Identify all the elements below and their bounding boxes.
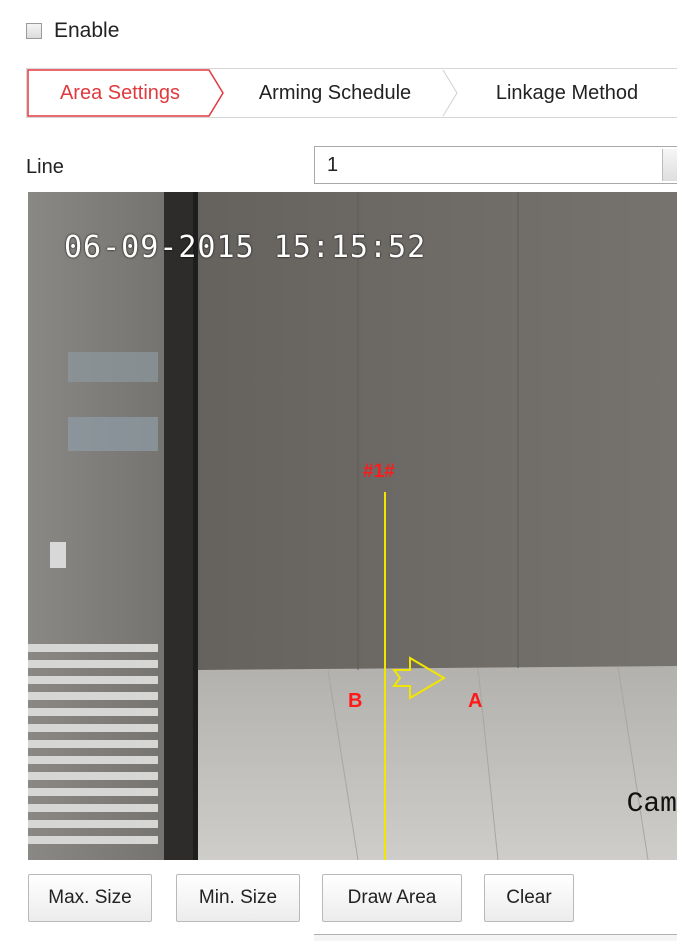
enable-checkbox[interactable]: [26, 23, 42, 39]
line-select-value: 1: [327, 153, 339, 176]
tab-area-settings-label: Area Settings: [59, 81, 181, 104]
draw-area-button[interactable]: Draw Area: [322, 874, 462, 922]
line-crossing-settings-panel: Enable Area Settings Arming Schedule Lin…: [0, 0, 677, 941]
next-field-edge: [314, 934, 677, 941]
clear-button[interactable]: Clear: [484, 874, 574, 922]
max-size-button[interactable]: Max. Size: [28, 874, 152, 922]
tab-arming-schedule-label: Arming Schedule: [258, 81, 412, 104]
chevron-down-icon[interactable]: [662, 149, 677, 181]
rule-id-label: #1#: [363, 461, 395, 482]
settings-tabs: Area Settings Arming Schedule Linkage Me…: [26, 68, 677, 118]
camera-scene: #1# B A: [28, 192, 677, 860]
line-label: Line: [26, 156, 64, 178]
side-b-label: B: [348, 690, 362, 712]
enable-label: Enable: [54, 19, 120, 42]
line-select[interactable]: 1: [314, 146, 677, 184]
tab-linkage-method[interactable]: Linkage Method: [467, 69, 667, 117]
enable-row[interactable]: Enable: [26, 18, 119, 44]
tab-arming-schedule[interactable]: Arming Schedule: [231, 69, 439, 117]
tab-linkage-method-label: Linkage Method: [495, 81, 639, 104]
side-a-label: A: [468, 690, 482, 712]
video-preview[interactable]: #1# B A 06-09-2015 15:15:52 Cam: [28, 192, 677, 860]
timestamp-overlay: 06-09-2015 15:15:52: [64, 230, 427, 265]
tab-area-settings[interactable]: Area Settings: [27, 69, 213, 117]
min-size-button[interactable]: Min. Size: [176, 874, 300, 922]
camera-name-overlay: Cam: [626, 789, 677, 820]
